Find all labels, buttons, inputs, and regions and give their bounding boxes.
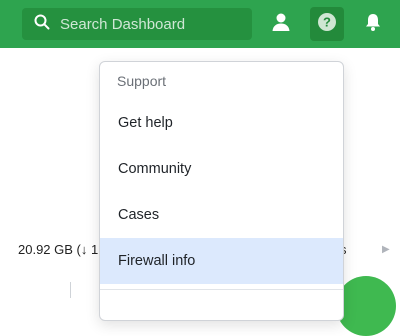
menu-divider — [100, 289, 343, 290]
menu-heading: Support — [117, 73, 167, 89]
menu-item-get-help[interactable]: Get help — [100, 100, 343, 146]
top-navigation-bar: ? — [0, 0, 400, 48]
user-icon — [271, 12, 291, 37]
support-dropdown-menu: Support Get help Community Cases Firewal… — [99, 61, 344, 321]
menu-item-firewall-info[interactable]: Firewall info — [100, 238, 343, 284]
notifications-button[interactable] — [356, 7, 390, 41]
user-profile-button[interactable] — [264, 7, 298, 41]
search-box[interactable] — [22, 8, 252, 40]
search-icon — [34, 14, 50, 35]
search-input[interactable] — [58, 14, 242, 34]
data-usage-value: 20.92 GB (↓ 1 — [18, 242, 99, 257]
bell-icon — [363, 12, 383, 37]
help-button[interactable]: ? — [310, 7, 344, 41]
divider — [70, 282, 71, 298]
help-icon: ? — [317, 12, 337, 37]
menu-item-cases[interactable]: Cases — [100, 192, 343, 238]
chevron-right-icon[interactable]: ▶ — [382, 244, 390, 255]
menu-item-community[interactable]: Community — [100, 146, 343, 192]
svg-text:?: ? — [323, 14, 331, 29]
status-chart-arc — [336, 276, 396, 336]
